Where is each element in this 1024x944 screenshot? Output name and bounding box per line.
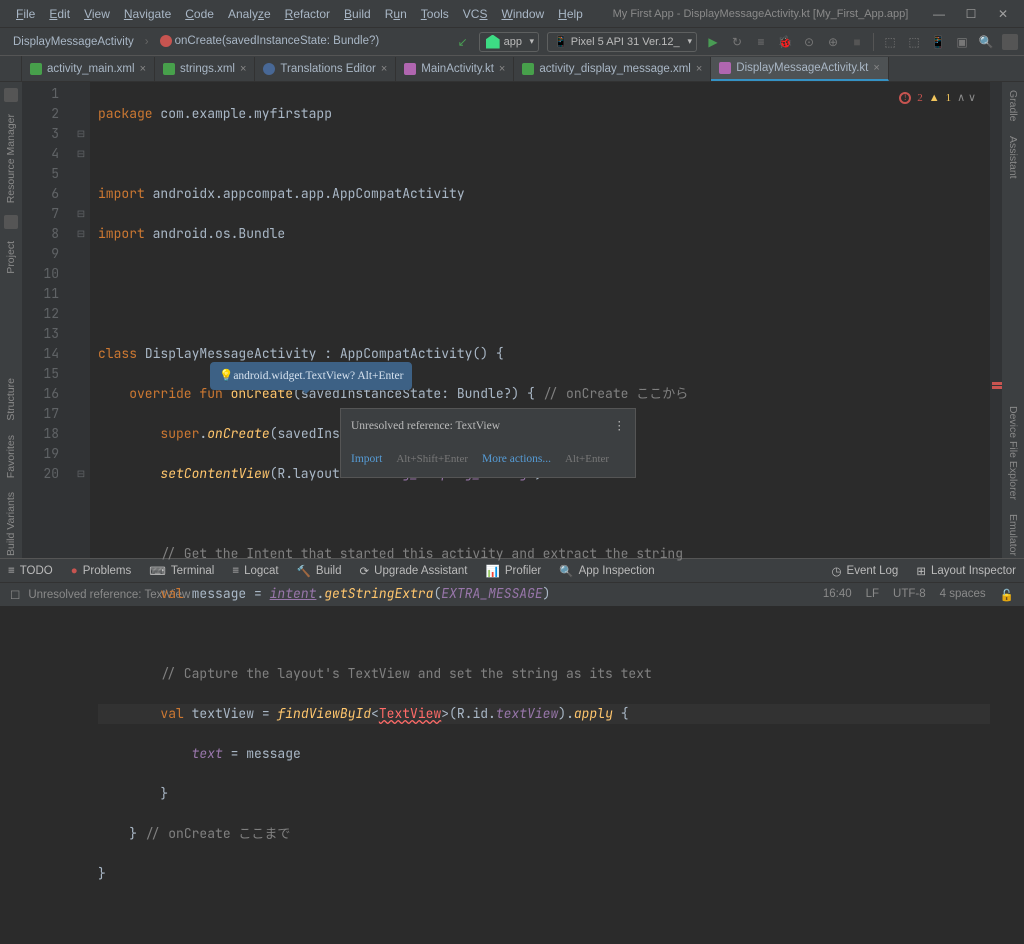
sync-icon[interactable]: ↙ xyxy=(455,34,471,50)
popup-title: Unresolved reference: TextView xyxy=(351,416,500,436)
line-gutter: 1234567891011121314151617181920 xyxy=(22,82,72,558)
window-title: My First App - DisplayMessageActivity.kt… xyxy=(589,8,932,20)
minimize-button[interactable]: — xyxy=(932,7,946,21)
kotlin-icon xyxy=(404,63,416,75)
tool-project[interactable]: Project xyxy=(5,239,17,276)
menu-code[interactable]: Code xyxy=(179,4,220,24)
tab-activity-main[interactable]: activity_main.xml× xyxy=(22,57,155,81)
profile-icon[interactable]: ≡ xyxy=(753,34,769,50)
tool-todo[interactable]: ≡ TODO xyxy=(8,565,53,577)
avd-icon[interactable]: 📱 xyxy=(930,34,946,50)
close-icon[interactable]: × xyxy=(499,63,505,75)
quick-doc-tooltip: 💡android.widget.TextView? Alt+Enter xyxy=(210,362,412,390)
error-stripe[interactable] xyxy=(990,82,1002,558)
left-tool-strip: Resource Manager Project Structure Favor… xyxy=(0,82,22,558)
coverage-icon[interactable]: ⊙ xyxy=(801,34,817,50)
xml-icon xyxy=(163,63,175,75)
maximize-button[interactable]: ☐ xyxy=(964,7,978,21)
menu-build[interactable]: Build xyxy=(338,4,377,24)
resource-mgr-icon[interactable] xyxy=(4,88,18,102)
close-icon[interactable]: × xyxy=(240,63,246,75)
fold-gutter: ⊟⊟⊟⊟⊟ xyxy=(72,82,90,558)
toolbar: DisplayMessageActivity › onCreate(savedI… xyxy=(0,28,1024,56)
menu-refactor[interactable]: Refactor xyxy=(279,4,336,24)
menu-run[interactable]: Run xyxy=(379,4,413,24)
readonly-icon[interactable]: 🔓 xyxy=(1000,588,1014,602)
run-icon[interactable]: ▶ xyxy=(705,34,721,50)
tab-strings[interactable]: strings.xml× xyxy=(155,57,255,81)
more-actions[interactable]: More actions... xyxy=(482,449,551,469)
tool-assistant[interactable]: Assistant xyxy=(1007,134,1019,181)
project-icon[interactable] xyxy=(4,215,18,229)
stop-icon[interactable]: ■ xyxy=(849,34,865,50)
titlebar: File Edit View Navigate Code Analyze Ref… xyxy=(0,0,1024,28)
vcs-update-icon[interactable]: ⬚ xyxy=(882,34,898,50)
crumb-class[interactable]: DisplayMessageActivity xyxy=(6,33,141,51)
status-icon[interactable]: ☐ xyxy=(10,588,20,602)
warning-icon: ▲ xyxy=(929,88,940,108)
close-icon[interactable]: × xyxy=(873,62,879,74)
tool-favorites[interactable]: Favorites xyxy=(5,433,17,480)
tab-activity-display[interactable]: activity_display_message.xml× xyxy=(514,57,711,81)
tool-structure[interactable]: Structure xyxy=(5,376,17,423)
error-icon: ! xyxy=(899,92,911,104)
crumb-method[interactable]: onCreate(savedInstanceState: Bundle?) xyxy=(153,32,387,50)
code-area[interactable]: package com.example.myfirstapp import an… xyxy=(90,82,990,558)
import-action[interactable]: Import xyxy=(351,449,382,469)
popup-more-icon[interactable]: ⋮ xyxy=(614,416,626,436)
vcs-commit-icon[interactable]: ⬚ xyxy=(906,34,922,50)
breadcrumb[interactable]: DisplayMessageActivity › onCreate(savedI… xyxy=(6,32,386,50)
right-tool-strip: Gradle Assistant Device File Explorer Em… xyxy=(1002,82,1024,558)
menu-analyze[interactable]: Analyze xyxy=(222,4,277,24)
menu-edit[interactable]: Edit xyxy=(43,4,76,24)
menu-help[interactable]: Help xyxy=(552,4,589,24)
close-icon[interactable]: × xyxy=(696,63,702,75)
menu-vcs[interactable]: VCS xyxy=(457,4,494,24)
menu-navigate[interactable]: Navigate xyxy=(118,4,177,24)
debug-step-icon[interactable]: ↻ xyxy=(729,34,745,50)
kotlin-icon xyxy=(719,62,731,74)
intention-popup[interactable]: Unresolved reference: TextView⋮ Import A… xyxy=(340,408,636,478)
tool-gradle[interactable]: Gradle xyxy=(1007,88,1019,124)
android-icon xyxy=(486,35,500,49)
menu-file[interactable]: File xyxy=(10,4,41,24)
tool-device-explorer[interactable]: Device File Explorer xyxy=(1007,404,1019,502)
menu-view[interactable]: View xyxy=(78,4,116,24)
menu-tools[interactable]: Tools xyxy=(415,4,455,24)
tab-translations[interactable]: Translations Editor× xyxy=(255,57,396,81)
device-select[interactable]: 📱 Pixel 5 API 31 Ver.12_ xyxy=(547,32,697,52)
tab-display-message-activity[interactable]: DisplayMessageActivity.kt× xyxy=(711,57,889,81)
xml-icon xyxy=(30,63,42,75)
inspection-badge[interactable]: !2 ▲1 ∧ ∨ xyxy=(899,88,976,108)
close-button[interactable]: ✕ xyxy=(996,7,1010,21)
tool-build-variants[interactable]: Build Variants xyxy=(5,490,17,558)
menubar: File Edit View Navigate Code Analyze Ref… xyxy=(0,4,589,24)
tool-emulator[interactable]: Emulator xyxy=(1007,512,1019,558)
globe-icon xyxy=(263,63,275,75)
search-icon[interactable]: 🔍 xyxy=(978,34,994,50)
attach-icon[interactable]: ⊕ xyxy=(825,34,841,50)
sdk-icon[interactable]: ▣ xyxy=(954,34,970,50)
tool-resource-manager[interactable]: Resource Manager xyxy=(5,112,17,205)
code-editor[interactable]: 1234567891011121314151617181920 ⊟⊟⊟⊟⊟ pa… xyxy=(22,82,1002,558)
menu-window[interactable]: Window xyxy=(495,4,550,24)
close-icon[interactable]: × xyxy=(140,63,146,75)
tab-main-activity[interactable]: MainActivity.kt× xyxy=(396,57,514,81)
debug-icon[interactable]: 🐞 xyxy=(777,34,793,50)
xml-icon xyxy=(522,63,534,75)
close-icon[interactable]: × xyxy=(381,63,387,75)
run-config-select[interactable]: app xyxy=(479,32,539,52)
user-icon[interactable] xyxy=(1002,34,1018,50)
tab-bar: activity_main.xml× strings.xml× Translat… xyxy=(0,56,1024,82)
